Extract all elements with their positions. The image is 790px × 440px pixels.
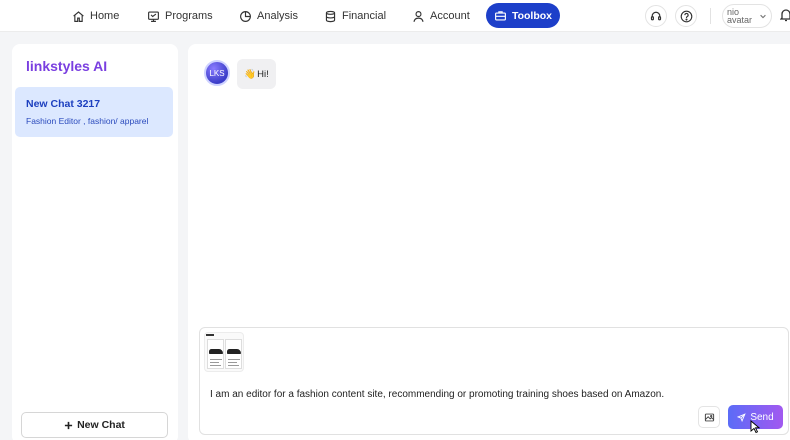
top-nav: Home Programs Analysis Financial Account… [0,0,790,32]
shoe-image [225,339,242,369]
shoe-image [207,339,224,369]
support-button[interactable] [645,5,667,27]
upload-image-button[interactable] [698,406,720,428]
headset-icon [650,11,662,21]
attachment-thumbnail[interactable] [204,332,244,372]
home-icon [73,10,84,22]
bot-avatar: LKS [204,60,230,86]
message-text: Hi! [257,68,269,80]
wave-emoji: 👋 [244,68,257,80]
nav-analysis[interactable]: Analysis [239,6,298,26]
brand-title: linkstyles AI [26,58,108,74]
toolbox-icon [495,11,506,21]
nav-analysis-label: Analysis [257,10,298,22]
send-icon [737,412,747,422]
chevron-down-icon [760,14,766,19]
message-bubble: 👋 Hi! [237,59,276,89]
chat-sidebar: linkstyles AI New Chat 3217 Fashion Edit… [12,44,178,440]
bell-icon[interactable] [780,8,790,22]
nav-account-label: Account [430,10,470,22]
database-icon [325,10,336,22]
nav-divider [710,8,711,24]
pie-chart-icon [240,10,251,22]
message-composer[interactable]: I am an editor for a fashion content sit… [199,327,789,435]
programs-icon [148,10,159,22]
mouse-pointer-icon [750,420,760,434]
nav-toolbox-label: Toolbox [511,9,553,22]
image-icon [704,413,714,421]
user-icon [413,10,424,22]
nav-financial[interactable]: Financial [324,6,386,26]
thumbnail-mark [206,334,214,336]
message-input[interactable]: I am an editor for a fashion content sit… [210,389,664,400]
chat-list-item[interactable]: New Chat 3217 Fashion Editor , fashion/ … [15,87,173,137]
nav-programs[interactable]: Programs [147,6,213,26]
nav-financial-label: Financial [342,10,387,22]
nav-programs-label: Programs [165,10,213,22]
nav-home-label: Home [90,10,120,22]
nav-home[interactable]: Home [72,6,119,26]
chat-title: New Chat 3217 [26,98,101,110]
new-chat-button[interactable]: New Chat [21,412,168,438]
help-button[interactable] [675,5,697,27]
question-icon [680,10,692,22]
chat-subtitle: Fashion Editor , fashion/ apparel [26,116,149,126]
chat-panel: LKS 👋 Hi! I am an editor for a fashion c… [188,44,790,440]
nav-account[interactable]: Account [412,6,470,26]
avatar: nio avatar [727,7,753,25]
nav-toolbox[interactable]: Toolbox [486,3,560,28]
plus-icon [64,421,73,429]
new-chat-label: New Chat [77,419,125,431]
user-avatar-menu[interactable]: nio avatar [722,4,772,28]
